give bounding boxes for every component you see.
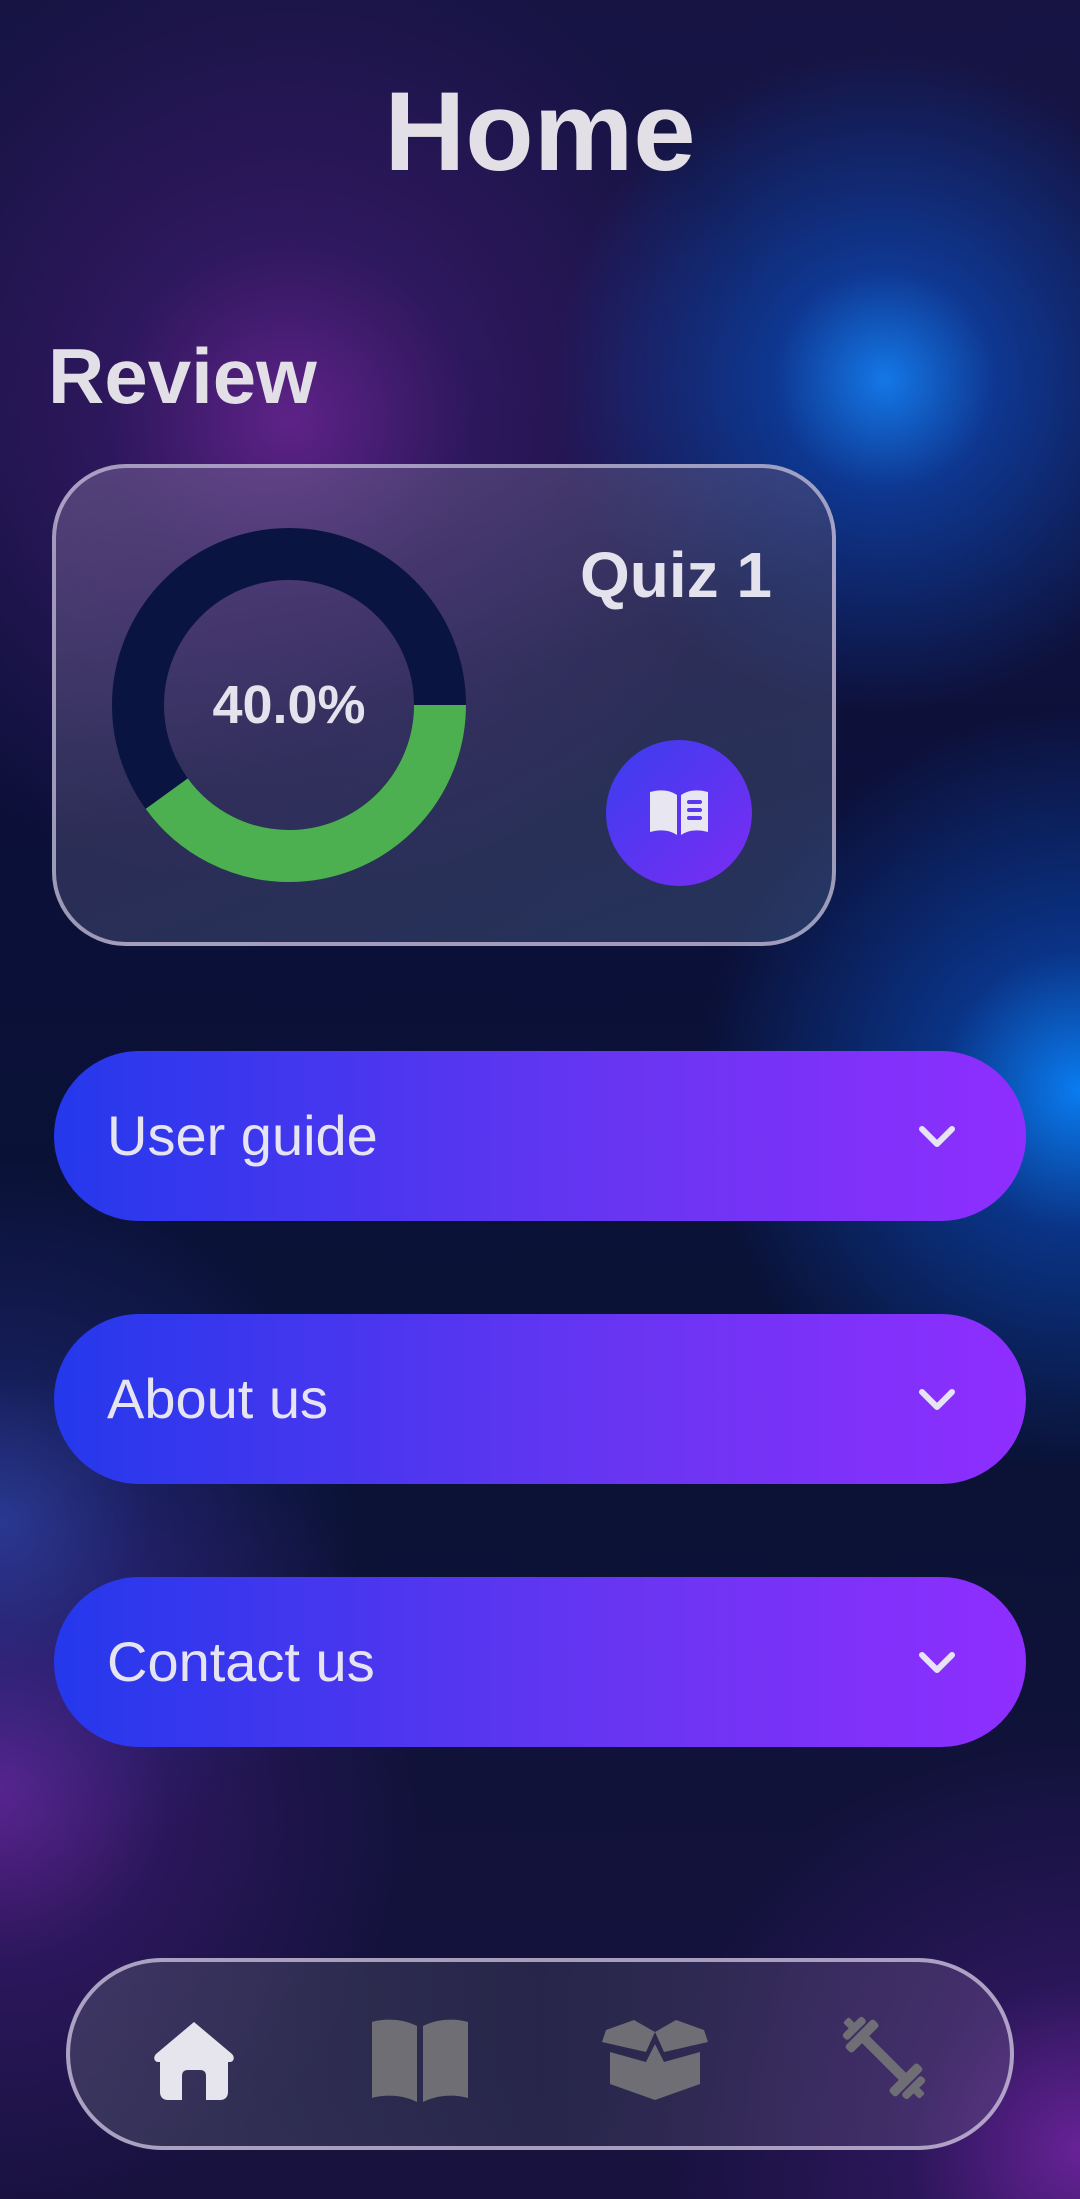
- chevron-down-icon: [919, 1126, 955, 1147]
- book-reader-icon: [650, 790, 708, 835]
- quiz-title: Quiz 1: [579, 539, 772, 611]
- open-box-icon: [602, 2020, 708, 2100]
- bottom-navigation-bar: [66, 1958, 1014, 2150]
- accordion-label: Contact us: [107, 1630, 375, 1693]
- home-icon: [154, 2022, 234, 2100]
- accordion-contact-us[interactable]: Contact us: [54, 1577, 1026, 1747]
- nav-item-workout[interactable]: [834, 2008, 934, 2108]
- dumbbell-icon: [842, 2016, 926, 2100]
- accordion-label: About us: [107, 1367, 329, 1430]
- section-title-review: Review: [48, 332, 317, 420]
- open-quiz-button[interactable]: [606, 740, 752, 886]
- nav-item-box[interactable]: [600, 2008, 708, 2108]
- accordion-label: User guide: [107, 1104, 378, 1167]
- quiz-review-card[interactable]: 40.0% Quiz 1: [52, 464, 836, 946]
- book-icon: [372, 2019, 468, 2102]
- page-title: Home: [384, 69, 696, 194]
- accordion-user-guide[interactable]: User guide: [54, 1051, 1026, 1221]
- progress-percent-label: 40.0%: [212, 675, 366, 735]
- accordion-about-us[interactable]: About us: [54, 1314, 1026, 1484]
- nav-item-learn[interactable]: [370, 2008, 470, 2108]
- nav-item-home[interactable]: [144, 2008, 244, 2108]
- chevron-down-icon: [919, 1389, 955, 1410]
- chevron-down-icon: [919, 1652, 955, 1673]
